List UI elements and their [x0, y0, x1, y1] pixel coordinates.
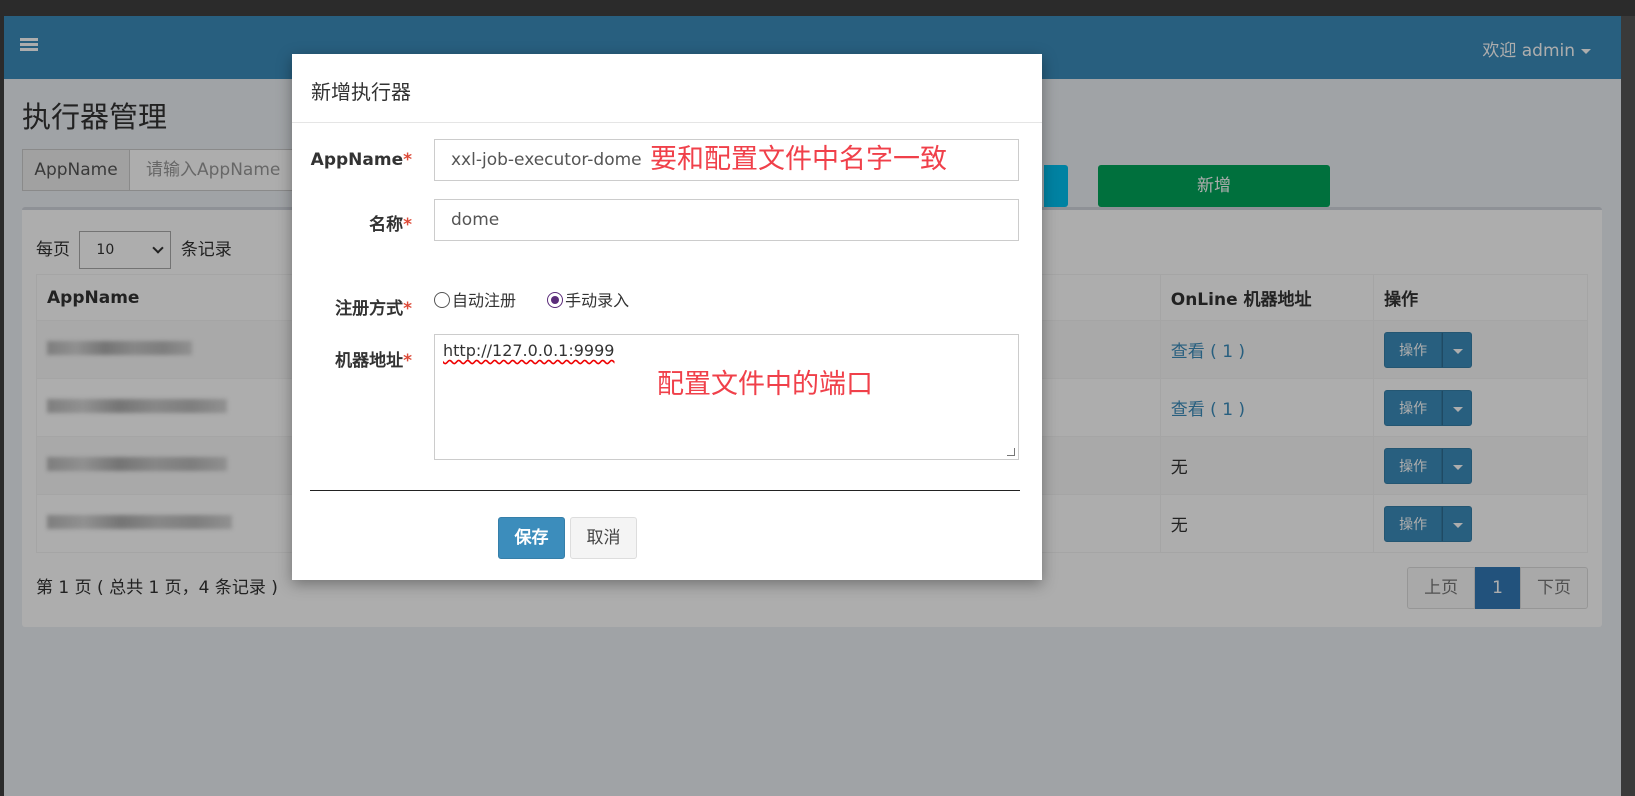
radio-auto-register[interactable]: 自动注册 [434, 291, 516, 310]
address-label-text: 机器地址 [335, 351, 404, 371]
browser-top-strip [0, 0, 1635, 16]
address-value: http://127.0.0.1:9999 [443, 341, 615, 360]
register-type-radios: 自动注册 手动录入 [434, 287, 629, 311]
required-mark: * [403, 215, 412, 235]
name-label: 名称* [292, 210, 412, 235]
register-label-text: 注册方式 [335, 299, 404, 319]
radio-manual-label: 手动录入 [565, 291, 630, 310]
cancel-button[interactable]: 取消 [570, 517, 637, 559]
radio-checked-icon [547, 292, 564, 308]
required-mark: * [403, 299, 412, 319]
register-type-label: 注册方式* [292, 294, 412, 319]
required-mark: * [403, 351, 412, 371]
modal-title: 新增执行器 [292, 54, 1042, 123]
app-page: 欢迎 admin 执行器管理 AppName 请输入AppName 新增 每页 … [4, 16, 1621, 796]
required-mark: * [403, 150, 412, 170]
window-scrollbar[interactable] [1621, 16, 1635, 796]
radio-unchecked-icon [434, 292, 450, 308]
appname-annotation: 要和配置文件中名字一致 [650, 144, 947, 175]
appname-label: AppName* [292, 150, 412, 170]
radio-auto-label: 自动注册 [452, 291, 517, 310]
radio-manual-entry[interactable]: 手动录入 [547, 291, 629, 310]
save-button[interactable]: 保存 [498, 517, 565, 559]
name-input[interactable]: dome [434, 199, 1019, 241]
port-annotation: 配置文件中的端口 [657, 369, 873, 400]
appname-label-text: AppName [310, 150, 404, 170]
add-executor-modal: 新增执行器 AppName* xxl-job-executor-dome 名称*… [292, 54, 1042, 580]
address-label: 机器地址* [292, 346, 412, 371]
resize-handle-icon[interactable] [1007, 448, 1015, 456]
name-label-text: 名称 [369, 215, 404, 235]
modal-divider [310, 490, 1020, 491]
